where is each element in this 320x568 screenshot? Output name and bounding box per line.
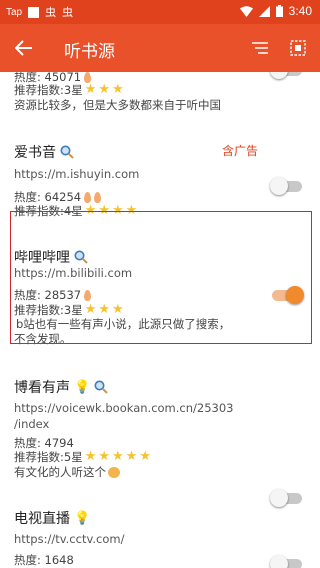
- source-name-text: 电视直播: [14, 511, 70, 527]
- star-icon: ★: [112, 449, 124, 464]
- search-icon[interactable]: [60, 145, 74, 159]
- sort-button[interactable]: [248, 36, 272, 60]
- source-description: 资源比较多，但是大多数都来自于听中国: [14, 98, 221, 112]
- star-icon: ★: [139, 449, 151, 464]
- select-frame-icon: [290, 40, 306, 56]
- description-row: 有文化的人听这个: [14, 464, 120, 480]
- source-name-text: 博看有声: [14, 380, 70, 396]
- source-name-text: 爱书音: [14, 145, 56, 161]
- source-name: 电视直播 💡: [14, 508, 90, 528]
- status-bar: Tap 虫 虫 3:40: [0, 0, 320, 24]
- source-name: 爱书音: [14, 142, 74, 162]
- heat-row: 热度: 1648: [14, 552, 74, 568]
- sort-lines-icon: [252, 42, 268, 54]
- star-icon: ★: [84, 82, 97, 97]
- rating-row: 推荐指数:3星 ★ ★ ★: [14, 82, 124, 98]
- notification-icon: 虫: [62, 6, 74, 19]
- source-toggle[interactable]: [270, 554, 304, 568]
- lightbulb-icon: 💡: [74, 510, 91, 526]
- ad-badge: 含广告: [221, 144, 258, 158]
- source-toggle[interactable]: [270, 176, 304, 196]
- star-icon: ★: [84, 449, 97, 464]
- flame-icon: [94, 191, 102, 203]
- app-bar: 听书源: [0, 24, 320, 72]
- source-description: 有文化的人听这个: [14, 465, 106, 479]
- back-button[interactable]: [12, 36, 36, 60]
- source-name: 博看有声 💡: [14, 377, 108, 397]
- source-toggle[interactable]: [270, 488, 304, 508]
- rating-row: 推荐指数:5星 ★ ★ ★ ★ ★: [14, 449, 151, 465]
- star-icon: ★: [125, 449, 138, 464]
- signal-icon: [258, 5, 270, 17]
- source-toggle[interactable]: [270, 72, 304, 80]
- page-title: 听书源: [64, 42, 115, 62]
- wifi-icon: [239, 5, 253, 17]
- notification-square-icon: [28, 6, 40, 18]
- emoji-icon: [108, 466, 120, 478]
- rating-text: 推荐指数:5星: [14, 450, 83, 464]
- arrow-back-icon: [15, 40, 32, 56]
- star-icon: ★: [98, 449, 111, 464]
- source-url-continued: /index: [14, 417, 50, 431]
- rating-text: 推荐指数:3星: [14, 83, 83, 97]
- heat-text: 热度: 1648: [14, 553, 74, 567]
- flame-icon: [84, 191, 92, 203]
- flame-icon: [84, 72, 92, 83]
- highlight-frame: [10, 211, 312, 344]
- source-url: https://voicewk.bookan.com.cn/25303: [14, 401, 234, 415]
- select-all-button[interactable]: [286, 36, 310, 60]
- status-time: 3:40: [288, 4, 312, 18]
- source-url: https://m.ishuyin.com: [14, 167, 140, 181]
- notification-icon: 虫: [45, 6, 57, 19]
- source-url: https://tv.cctv.com/: [14, 532, 125, 546]
- lightbulb-icon: 💡: [74, 379, 91, 395]
- search-icon[interactable]: [94, 380, 108, 394]
- star-icon: ★: [112, 82, 124, 97]
- battery-icon: [275, 5, 283, 17]
- status-app-label: Tap: [6, 6, 23, 18]
- star-icon: ★: [98, 82, 111, 97]
